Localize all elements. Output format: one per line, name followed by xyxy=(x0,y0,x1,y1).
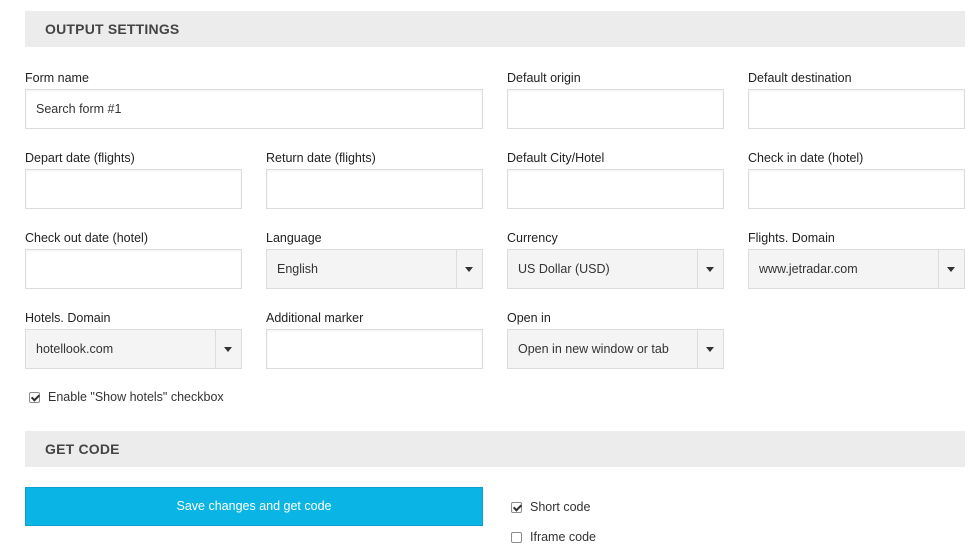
language-select[interactable]: English xyxy=(266,249,483,289)
currency-dropdown-toggle[interactable] xyxy=(697,250,723,288)
check-out-date-input[interactable] xyxy=(25,249,242,289)
hotels-domain-dropdown-toggle[interactable] xyxy=(215,330,241,368)
additional-marker-input[interactable] xyxy=(266,329,483,369)
currency-select[interactable]: US Dollar (USD) xyxy=(507,249,724,289)
language-select-value: English xyxy=(277,262,318,276)
default-origin-label: Default origin xyxy=(507,71,581,85)
flights-domain-dropdown-toggle[interactable] xyxy=(938,250,964,288)
default-destination-input[interactable] xyxy=(748,89,965,129)
open-in-label: Open in xyxy=(507,311,551,325)
flights-domain-select[interactable]: www.jetradar.com xyxy=(748,249,965,289)
chevron-down-icon xyxy=(947,267,955,272)
check-in-date-input[interactable] xyxy=(748,169,965,209)
iframe-code-checkbox-label: Iframe code xyxy=(530,530,597,544)
open-in-select-value: Open in new window or tab xyxy=(518,342,669,356)
short-code-checkbox-row[interactable]: Short code xyxy=(511,499,590,515)
default-city-hotel-group: Default City/Hotel xyxy=(507,149,724,209)
currency-group: Currency US Dollar (USD) xyxy=(507,229,724,289)
hotels-domain-label: Hotels. Domain xyxy=(25,311,111,325)
depart-date-group: Depart date (flights) xyxy=(25,149,242,209)
chevron-down-icon xyxy=(706,347,714,352)
chevron-down-icon xyxy=(224,347,232,352)
return-date-group: Return date (flights) xyxy=(266,149,483,209)
check-in-date-group: Check in date (hotel) xyxy=(748,149,965,209)
default-destination-group: Default destination xyxy=(748,69,965,129)
output-settings-header: OUTPUT SETTINGS xyxy=(25,11,965,47)
language-dropdown-toggle[interactable] xyxy=(456,250,482,288)
form-name-group: Form name xyxy=(25,69,483,129)
check-out-date-label: Check out date (hotel) xyxy=(25,231,148,245)
flights-domain-label: Flights. Domain xyxy=(748,231,835,245)
default-destination-label: Default destination xyxy=(748,71,852,85)
language-group: Language English xyxy=(266,229,483,289)
currency-label: Currency xyxy=(507,231,558,245)
additional-marker-group: Additional marker xyxy=(266,309,483,369)
flights-domain-group: Flights. Domain www.jetradar.com xyxy=(748,229,965,289)
check-in-date-label: Check in date (hotel) xyxy=(748,151,864,165)
get-code-header: GET CODE xyxy=(25,431,965,467)
default-city-hotel-label: Default City/Hotel xyxy=(507,151,605,165)
check-out-date-group: Check out date (hotel) xyxy=(25,229,242,289)
show-hotels-checkbox-row[interactable]: Enable "Show hotels" checkbox xyxy=(29,389,224,405)
open-in-dropdown-toggle[interactable] xyxy=(697,330,723,368)
hotels-domain-group: Hotels. Domain hotellook.com xyxy=(25,309,242,369)
short-code-checkbox[interactable] xyxy=(511,502,522,513)
depart-date-input[interactable] xyxy=(25,169,242,209)
open-in-select[interactable]: Open in new window or tab xyxy=(507,329,724,369)
chevron-down-icon xyxy=(706,267,714,272)
depart-date-label: Depart date (flights) xyxy=(25,151,135,165)
language-label: Language xyxy=(266,231,322,245)
hotels-domain-select[interactable]: hotellook.com xyxy=(25,329,242,369)
save-and-get-code-button[interactable]: Save changes and get code xyxy=(25,487,483,526)
hotels-domain-select-value: hotellook.com xyxy=(36,342,114,356)
open-in-group: Open in Open in new window or tab xyxy=(507,309,724,369)
iframe-code-checkbox[interactable] xyxy=(511,532,522,543)
default-city-hotel-input[interactable] xyxy=(507,169,724,209)
return-date-label: Return date (flights) xyxy=(266,151,376,165)
flights-domain-select-value: www.jetradar.com xyxy=(759,262,858,276)
return-date-input[interactable] xyxy=(266,169,483,209)
default-origin-group: Default origin xyxy=(507,69,724,129)
show-hotels-checkbox[interactable] xyxy=(29,392,40,403)
default-origin-input[interactable] xyxy=(507,89,724,129)
additional-marker-label: Additional marker xyxy=(266,311,364,325)
short-code-checkbox-label: Short code xyxy=(530,500,591,514)
iframe-code-checkbox-row[interactable]: Iframe code xyxy=(511,529,596,545)
show-hotels-checkbox-label: Enable "Show hotels" checkbox xyxy=(48,390,224,404)
form-name-input[interactable] xyxy=(25,89,483,129)
currency-select-value: US Dollar (USD) xyxy=(518,262,610,276)
form-name-label: Form name xyxy=(25,71,89,85)
chevron-down-icon xyxy=(465,267,473,272)
